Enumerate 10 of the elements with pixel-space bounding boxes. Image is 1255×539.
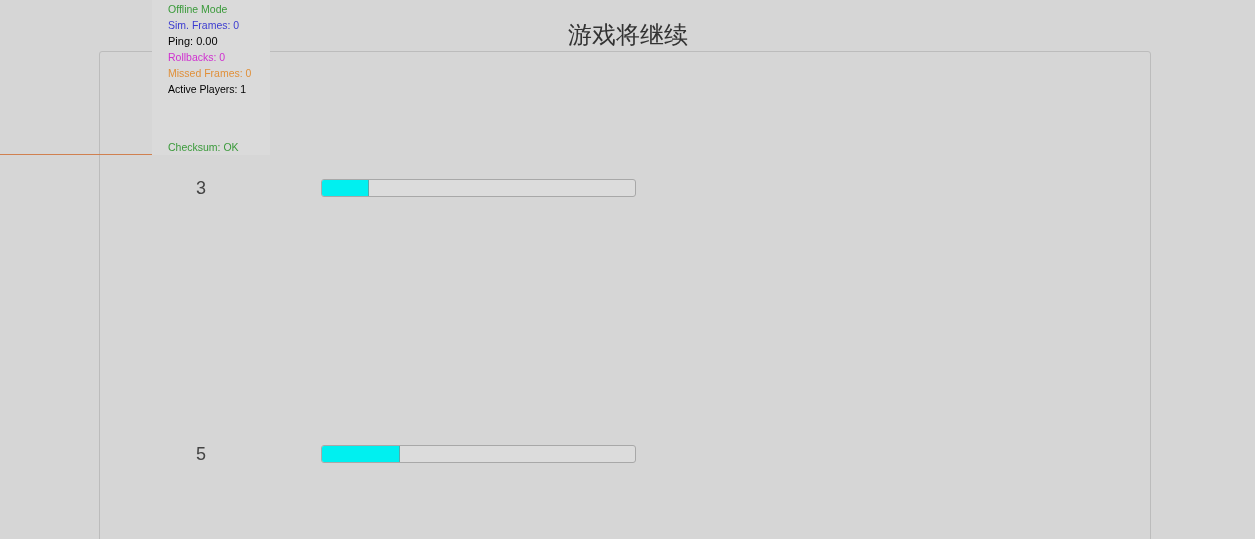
checksum-text: Checksum: OK	[168, 140, 239, 155]
progress-label: 3	[195, 177, 207, 199]
debug-text: Sim. Frames: 0	[168, 18, 240, 33]
debug-text: Ping: 0.00	[168, 34, 218, 49]
page-title: 游戏将继续	[567, 20, 688, 51]
debug-text: Offline Mode	[168, 2, 228, 17]
debug-text: Missed Frames: 0	[168, 66, 252, 81]
debug-text: Active Players: 1	[168, 82, 247, 97]
progress-label: 5	[195, 443, 207, 465]
debug-text: Rollbacks: 0	[168, 50, 226, 65]
